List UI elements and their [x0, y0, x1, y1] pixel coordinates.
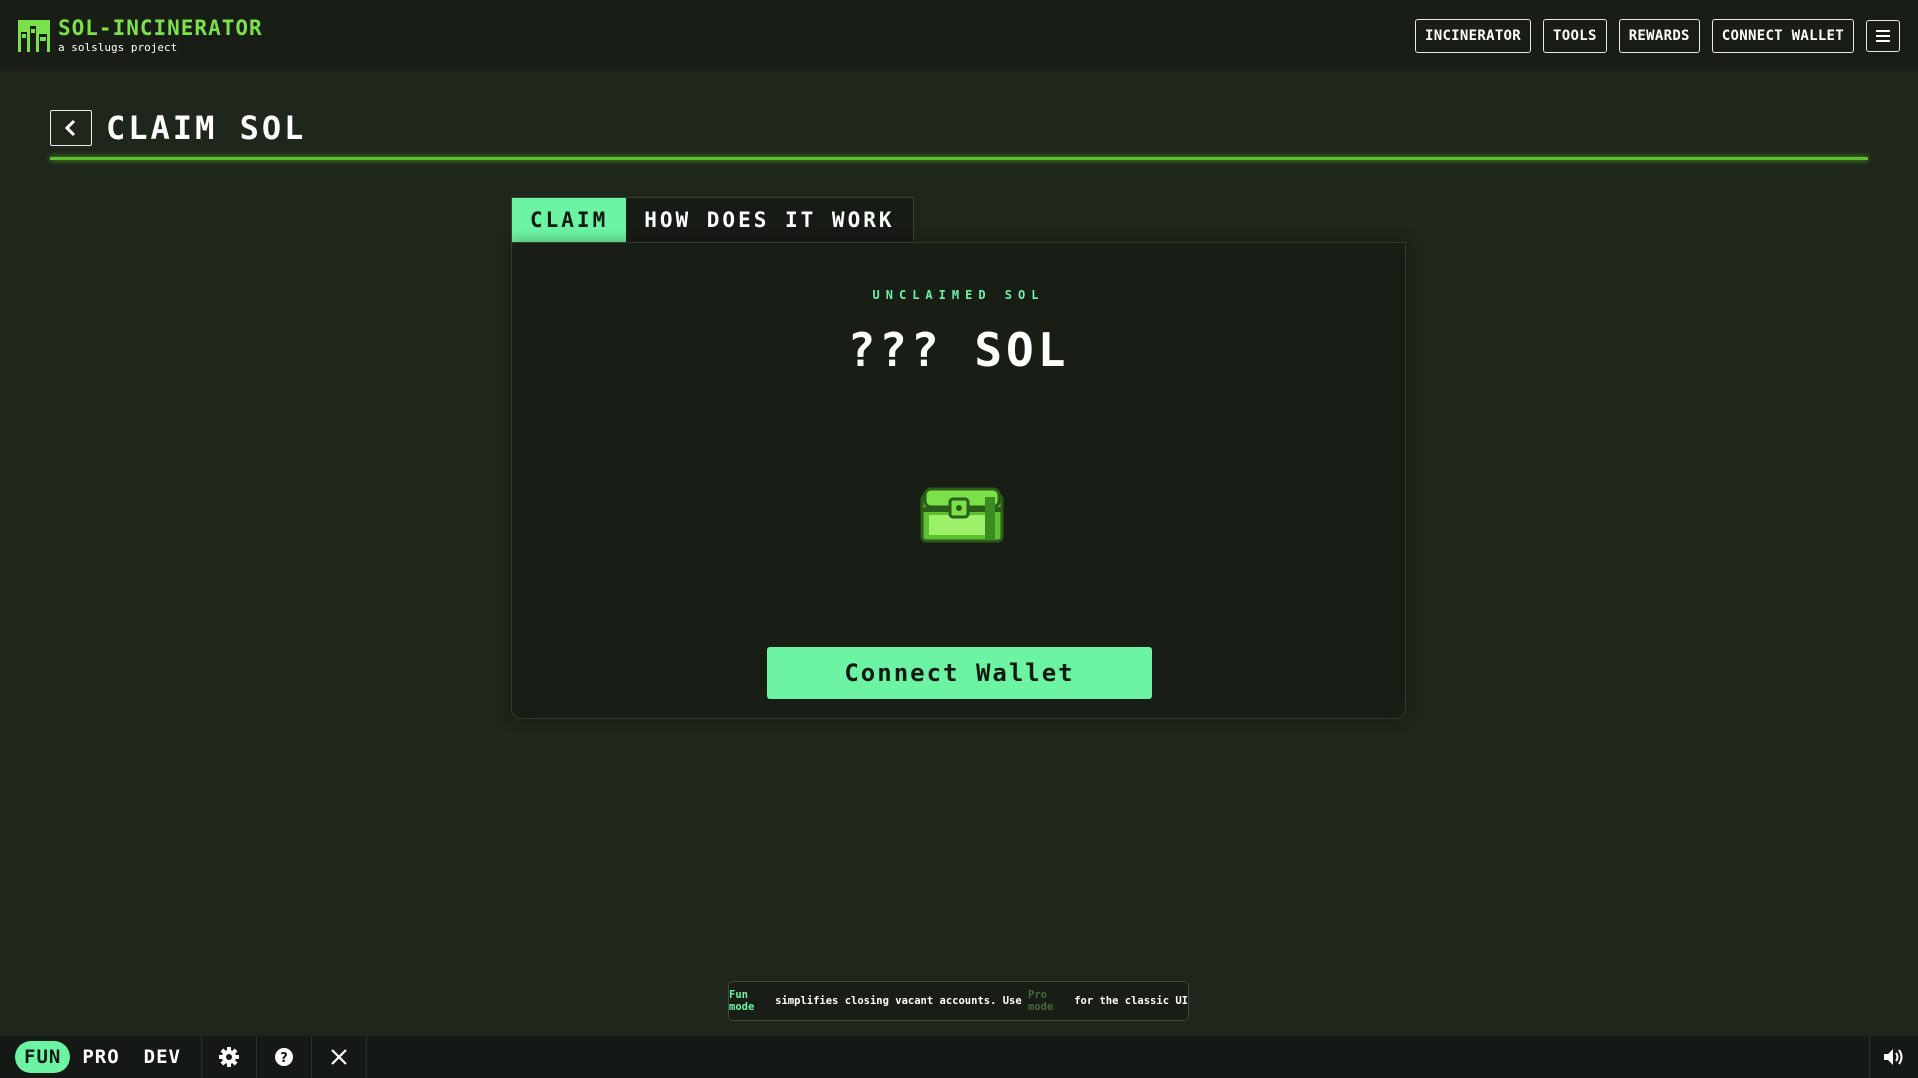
- tab-bar: CLAIM HOW DOES IT WORK: [511, 197, 914, 244]
- chevron-left-icon: [64, 119, 76, 137]
- hamburger-menu-button[interactable]: [1866, 19, 1900, 52]
- brand-title: SOL-INCINERATOR: [58, 16, 263, 40]
- help-button[interactable]: ?: [255, 1036, 311, 1078]
- claim-card: UNCLAIMED SOL ??? SOL Connect Wallet: [511, 242, 1406, 719]
- mode-info-note: Fun mode simplifies closing vacant accou…: [728, 981, 1189, 1021]
- sound-toggle-button[interactable]: [1869, 1036, 1918, 1078]
- fun-mode-text: Fun mode: [729, 989, 755, 1013]
- nav-tools-button[interactable]: TOOLS: [1543, 18, 1607, 53]
- note-text-end: for the classic UI: [1067, 995, 1188, 1007]
- nav-connect-wallet-button[interactable]: CONNECT WALLET: [1711, 18, 1854, 53]
- top-nav: INCINERATOR TOOLS REWARDS CONNECT WALLET: [1415, 18, 1900, 53]
- settings-button[interactable]: [200, 1036, 256, 1078]
- help-icon: ?: [274, 1048, 293, 1066]
- page-title: CLAIM SOL: [106, 109, 307, 147]
- top-bar: SOL-INCINERATOR a solslugs project INCIN…: [0, 0, 1918, 71]
- tab-claim[interactable]: CLAIM: [512, 198, 627, 243]
- connect-wallet-button[interactable]: Connect Wallet: [767, 647, 1152, 699]
- speaker-icon: [1884, 1049, 1903, 1065]
- page-header: CLAIM SOL: [50, 109, 306, 147]
- svg-text:?: ?: [280, 1051, 288, 1066]
- treasure-chest-icon: [919, 487, 1005, 543]
- hamburger-icon-line: [1876, 39, 1890, 42]
- x-social-button[interactable]: [310, 1036, 367, 1078]
- mode-fun-button[interactable]: FUN: [15, 1041, 71, 1073]
- brand[interactable]: SOL-INCINERATOR a solslugs project: [18, 18, 263, 53]
- note-text: simplifies closing vacant accounts. Use: [768, 995, 1029, 1007]
- header-divider: [50, 157, 1868, 160]
- brand-subtitle: a solslugs project: [58, 41, 178, 54]
- tab-how-does-it-work[interactable]: HOW DOES IT WORK: [626, 198, 912, 243]
- unclaimed-sol-amount: ??? SOL: [847, 323, 1070, 377]
- mode-pro-button[interactable]: PRO: [70, 1041, 131, 1073]
- bottom-bar: FUN PRO DEV ?: [0, 1036, 1918, 1078]
- logo-icon: [18, 19, 50, 52]
- back-button[interactable]: [50, 110, 92, 146]
- hamburger-icon: [1876, 29, 1890, 32]
- nav-rewards-button[interactable]: REWARDS: [1618, 18, 1700, 53]
- unclaimed-sol-label: UNCLAIMED SOL: [872, 288, 1045, 302]
- mode-dev-button[interactable]: DEV: [132, 1041, 193, 1073]
- nav-incinerator-button[interactable]: INCINERATOR: [1415, 18, 1532, 53]
- x-logo-icon: [331, 1049, 347, 1065]
- pro-mode-link[interactable]: Pro mode: [1028, 989, 1068, 1013]
- gear-icon: [218, 1047, 239, 1067]
- hamburger-icon-line: [1876, 34, 1890, 37]
